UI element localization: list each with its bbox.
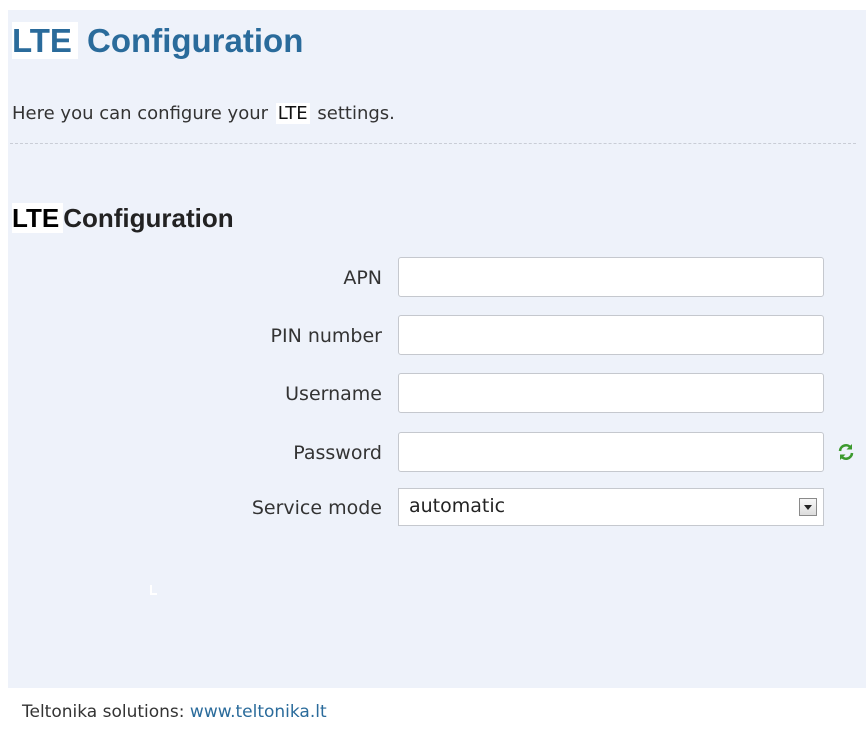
description-highlight: LTE <box>275 103 310 124</box>
apn-label: APN <box>343 267 382 289</box>
section-divider <box>10 143 856 144</box>
username-row: Username <box>0 373 866 413</box>
footer-prefix: Teltonika solutions: <box>22 702 190 722</box>
pin-input[interactable] <box>398 315 824 355</box>
apn-row: APN <box>0 257 866 297</box>
footer: Teltonika solutions: www.teltonika.lt <box>0 688 866 731</box>
password-row: Password <box>0 432 866 472</box>
footer-link[interactable]: www.teltonika.lt <box>190 702 327 722</box>
chevron-down-icon[interactable] <box>799 498 817 516</box>
username-label: Username <box>285 383 382 405</box>
page-title-rest: Configuration <box>77 22 304 59</box>
service-mode-value: automatic <box>409 495 506 517</box>
pin-label: PIN number <box>270 325 382 347</box>
refresh-icon[interactable] <box>836 442 856 462</box>
password-input[interactable] <box>398 432 824 472</box>
section-title-rest: Configuration <box>63 203 234 233</box>
page-title-prefix: LTE <box>12 22 78 59</box>
footer-text: Teltonika solutions: www.teltonika.lt <box>22 702 327 722</box>
apn-input[interactable] <box>398 257 824 297</box>
service-mode-row: Service mode automatic <box>0 488 866 528</box>
section-title-prefix: LTE <box>12 203 64 233</box>
username-input[interactable] <box>398 373 824 413</box>
pin-row: PIN number <box>0 315 866 355</box>
section-title: LTE Configuration <box>12 203 234 234</box>
decorative-mark <box>150 580 158 595</box>
description-before: Here you can configure your <box>12 103 274 124</box>
service-mode-select[interactable]: automatic <box>398 488 824 526</box>
page-description: Here you can configure your LTE settings… <box>12 103 395 124</box>
description-after: settings. <box>311 103 395 124</box>
service-mode-label: Service mode <box>251 497 382 519</box>
page-title: LTE Configuration <box>12 22 303 60</box>
password-label: Password <box>293 442 382 464</box>
